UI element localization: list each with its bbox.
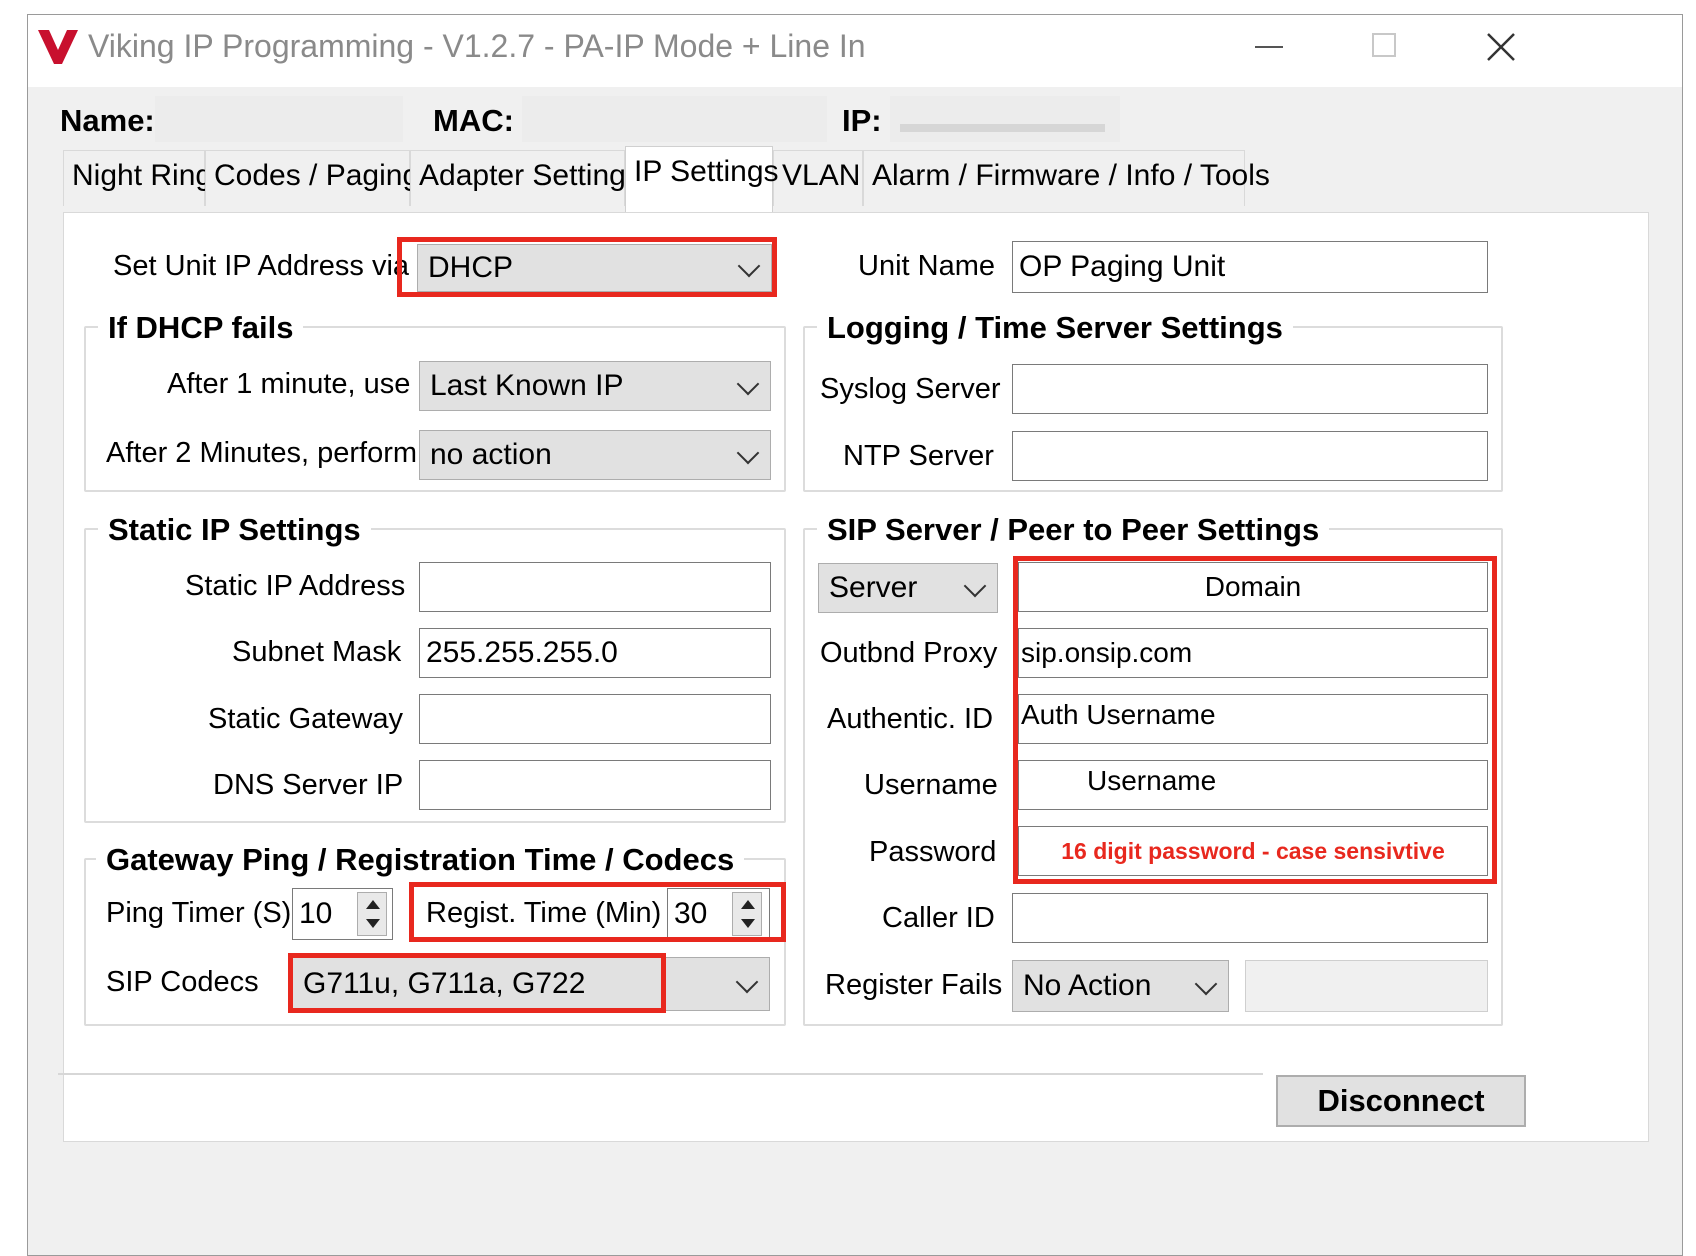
ntp-label: NTP Server: [843, 440, 994, 472]
footer-divider: [58, 1073, 1263, 1075]
gateway-title: Gateway Ping / Registration Time / Codec…: [96, 842, 745, 878]
ping-timer-spin-buttons[interactable]: [357, 892, 387, 936]
after-1-minute-value: Last Known IP: [430, 369, 624, 402]
after-1-minute-select[interactable]: Last Known IP: [419, 361, 771, 411]
static-gateway-label: Static Gateway: [208, 703, 404, 735]
ntp-field[interactable]: [1012, 431, 1488, 481]
tab-alarm-firmware-info-tools[interactable]: Alarm / Firmware / Info / Tools: [863, 150, 1270, 206]
caller-id-label: Caller ID: [882, 902, 995, 934]
highlight-ip-mode: [397, 237, 777, 297]
username-label: Username: [864, 769, 998, 801]
tab-adapter-settings[interactable]: Adapter Settings: [410, 150, 641, 206]
maximize-icon[interactable]: [1372, 33, 1396, 57]
after-2-minutes-value: no action: [430, 438, 552, 471]
register-fails-value: No Action: [1023, 969, 1152, 1002]
highlight-sip-credentials: [1013, 556, 1497, 884]
dns-server-field[interactable]: [419, 760, 771, 810]
caller-id-field[interactable]: [1012, 893, 1488, 943]
ping-timer-label: Ping Timer (S): [106, 897, 292, 929]
static-ip-address-field[interactable]: [419, 562, 771, 612]
window-title: Viking IP Programming - V1.2.7 - PA-IP M…: [88, 28, 866, 64]
ping-timer-value: 10: [299, 897, 333, 930]
outbound-proxy-label: Outbnd Proxy: [820, 637, 998, 669]
chevron-down-icon: [735, 970, 759, 994]
authentic-id-label: Authentic. ID: [827, 703, 994, 735]
close-icon[interactable]: [1486, 32, 1516, 62]
register-fails-select[interactable]: No Action: [1012, 960, 1229, 1012]
password-label: Password: [869, 836, 997, 868]
name-label: Name:: [60, 103, 155, 138]
syslog-label: Syslog Server: [820, 373, 1001, 405]
viking-logo-icon: [38, 30, 78, 64]
minimize-icon[interactable]: [1255, 46, 1283, 48]
chevron-down-icon: [736, 372, 760, 396]
static-ip-address-label: Static IP Address: [185, 570, 406, 602]
after-1-minute-label: After 1 minute, use: [167, 368, 411, 400]
tab-ip-settings[interactable]: IP Settings: [625, 146, 779, 212]
dns-server-label: DNS Server IP: [213, 769, 404, 801]
logging-title: Logging / Time Server Settings: [817, 310, 1293, 346]
after-2-minutes-select[interactable]: no action: [419, 430, 771, 480]
highlight-regist-time: [409, 882, 786, 942]
ip-mode-label: Set Unit IP Address via: [113, 250, 410, 282]
disconnect-button[interactable]: Disconnect: [1276, 1075, 1526, 1127]
spin-up-icon[interactable]: [366, 900, 380, 909]
static-gateway-field[interactable]: [419, 694, 771, 744]
mac-value: [522, 96, 827, 142]
highlight-sip-codecs: [288, 953, 666, 1013]
sip-mode-select[interactable]: Server: [818, 563, 998, 613]
chevron-down-icon: [1194, 972, 1218, 996]
register-fails-extra-field: [1245, 960, 1488, 1012]
unit-name-label: Unit Name: [858, 250, 995, 282]
tab-vlan[interactable]: VLAN: [773, 150, 863, 206]
name-value: [155, 96, 403, 142]
unit-name-field[interactable]: OP Paging Unit: [1012, 241, 1488, 293]
ping-timer-stepper[interactable]: 10: [292, 888, 393, 940]
dhcp-fails-title: If DHCP fails: [98, 310, 304, 346]
ip-value-redacted: [900, 124, 1105, 132]
sip-mode-value: Server: [829, 571, 918, 604]
syslog-field[interactable]: [1012, 364, 1488, 414]
tab-night-ring[interactable]: Night Ring: [63, 150, 212, 206]
ip-value: [890, 96, 1120, 142]
chevron-down-icon: [963, 574, 987, 598]
sip-codecs-label: SIP Codecs: [106, 966, 259, 998]
chevron-down-icon: [736, 441, 760, 465]
static-ip-title: Static IP Settings: [98, 512, 371, 548]
register-fails-label: Register Fails: [825, 969, 1003, 1001]
subnet-mask-field[interactable]: 255.255.255.0: [419, 628, 771, 678]
mac-label: MAC:: [433, 103, 514, 138]
ip-label: IP:: [842, 103, 882, 138]
sip-title: SIP Server / Peer to Peer Settings: [817, 512, 1330, 548]
subnet-mask-label: Subnet Mask: [232, 636, 402, 668]
spin-down-icon[interactable]: [366, 919, 380, 928]
after-2-minutes-label: After 2 Minutes, perform: [106, 437, 418, 469]
tab-codes-paging[interactable]: Codes / Paging: [205, 150, 419, 206]
